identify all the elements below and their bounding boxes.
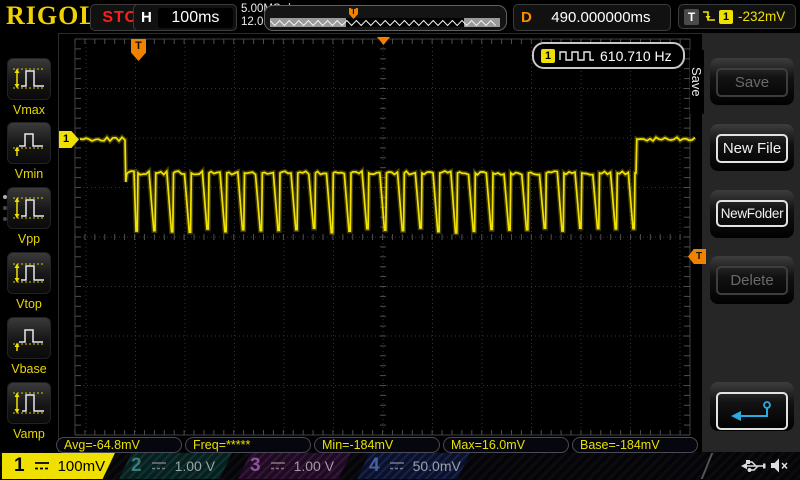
new-file-button-label: New File — [716, 134, 788, 163]
trigger-source-badge: 1 — [719, 10, 733, 24]
channel3-status[interactable]: 3 1.00 V — [238, 453, 351, 479]
trigger-level-value: -232mV — [738, 9, 785, 24]
falling-edge-icon — [702, 9, 716, 25]
measurement-avg: Avg=-64.8mV — [56, 437, 182, 453]
return-arrow-icon — [729, 399, 775, 423]
dc-coupling-icon — [270, 461, 286, 471]
vmin-icon — [11, 128, 47, 158]
dc-coupling-icon — [151, 461, 167, 471]
vmax-label: Vmax — [0, 103, 58, 117]
speaker-muted-icon — [770, 457, 789, 474]
waveform-display — [58, 36, 698, 448]
channel4-scale: 50.0mV — [413, 458, 461, 474]
menu-page-dot-active — [3, 195, 7, 199]
memory-wave-icon — [270, 18, 500, 27]
channel1-number: 1 — [14, 455, 25, 477]
vpp-button[interactable] — [7, 187, 51, 229]
vmin-button[interactable] — [7, 122, 51, 164]
delete-button-label: Delete — [716, 266, 788, 295]
channel4-number: 4 — [369, 455, 380, 477]
measurement-max: Max=16.0mV — [443, 437, 569, 453]
channel-status-bar: 1 100mV 2 1.00 V 3 1.00 V 4 — [0, 452, 800, 480]
vamp-icon — [11, 388, 47, 418]
save-button[interactable]: Save — [710, 58, 794, 105]
channel4-status[interactable]: 4 50.0mV — [357, 453, 470, 479]
top-status-bar: RIGOL STOP H 100ms 5.00MSa/s 12.0M pts T… — [0, 0, 800, 34]
frequency-readout: 1 610.710 Hz — [532, 42, 685, 69]
horizontal-label: H — [141, 9, 152, 26]
delay-value: 490.000000ms — [532, 9, 670, 26]
channel3-scale: 1.00 V — [294, 458, 334, 474]
vbase-icon — [11, 323, 47, 353]
vtop-label: Vtop — [0, 297, 58, 311]
vmax-icon — [11, 64, 47, 94]
freq-channel-badge: 1 — [541, 49, 555, 63]
back-button[interactable] — [710, 382, 794, 431]
delete-button[interactable]: Delete — [710, 256, 794, 304]
new-folder-button[interactable]: NewFolder — [710, 190, 794, 238]
vtop-icon — [11, 258, 47, 288]
usb-icon — [741, 458, 767, 474]
trigger-label: T — [684, 9, 699, 25]
vbase-label: Vbase — [0, 362, 58, 376]
measurement-base: Base=-184mV — [572, 437, 698, 453]
menu-page-dot — [3, 206, 7, 210]
delay-box: D 490.000000ms — [513, 4, 671, 31]
vmin-label: Vmin — [0, 167, 58, 181]
channel2-status[interactable]: 2 1.00 V — [119, 453, 232, 479]
vmax-button[interactable] — [7, 58, 51, 100]
channel1-scale: 100mV — [58, 458, 106, 475]
measurement-bar: Avg=-64.8mV Freq=***** Min=-184mV Max=16… — [56, 437, 698, 453]
delay-label: D — [521, 9, 532, 26]
oscilloscope-screen: RIGOL STOP H 100ms 5.00MSa/s 12.0M pts T… — [0, 0, 800, 480]
timebase-value: 100ms — [158, 8, 233, 28]
dc-coupling-icon — [34, 461, 50, 471]
measurement-min: Min=-184mV — [314, 437, 440, 453]
vamp-button[interactable] — [7, 382, 51, 424]
vbase-button[interactable] — [7, 317, 51, 359]
frequency-value: 610.710 Hz — [600, 48, 672, 64]
new-file-button[interactable]: New File — [710, 124, 794, 171]
rigol-logo: RIGOL — [6, 1, 98, 31]
square-wave-icon — [559, 50, 595, 62]
status-divider — [701, 453, 714, 479]
save-button-label: Save — [716, 68, 788, 97]
vamp-label: Vamp — [0, 427, 58, 441]
new-folder-button-label: NewFolder — [716, 200, 788, 227]
horizontal-timebase-box: H 100ms — [133, 4, 237, 31]
channel2-number: 2 — [131, 455, 142, 477]
menu-tab-save: Save — [690, 50, 704, 114]
vpp-icon — [11, 193, 47, 223]
memory-band — [270, 18, 500, 27]
channel1-status[interactable]: 1 100mV — [2, 453, 115, 479]
trigger-box: T 1 -232mV — [678, 4, 796, 29]
vpp-label: Vpp — [0, 232, 58, 246]
vertical-measure-menu: Vertical Vmax Vmin — [0, 33, 59, 452]
menu-page-dot — [3, 217, 7, 221]
channel3-number: 3 — [250, 455, 261, 477]
memory-waveform-thumbnail: T — [264, 5, 507, 31]
vtop-button[interactable] — [7, 252, 51, 294]
measurement-freq: Freq=***** — [185, 437, 311, 453]
channel2-scale: 1.00 V — [175, 458, 215, 474]
dc-coupling-icon — [389, 461, 405, 471]
